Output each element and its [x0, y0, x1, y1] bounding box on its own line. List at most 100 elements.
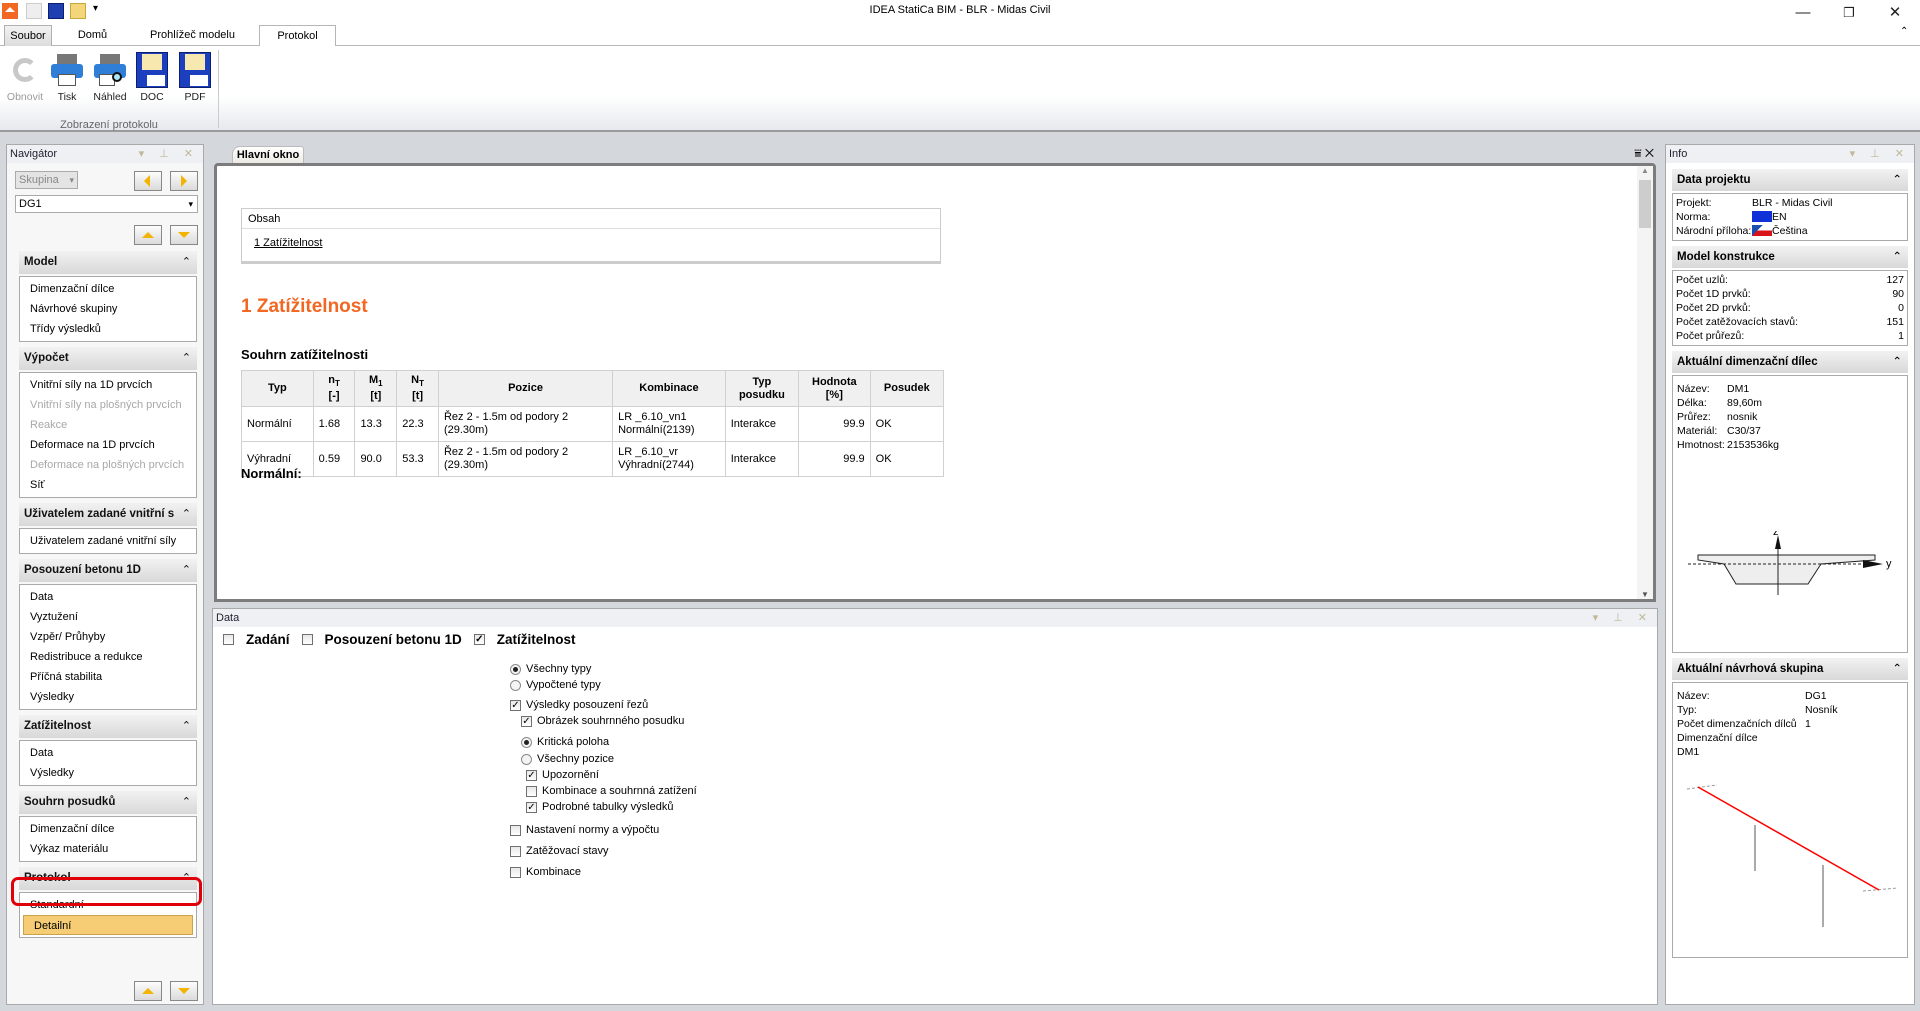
section-header[interactable]: Model konstrukce ⌃	[1672, 246, 1908, 268]
export-pdf-button[interactable]: PDF	[175, 52, 215, 103]
section-header[interactable]: Data projektu ⌃	[1672, 169, 1908, 191]
radio-button[interactable]	[510, 679, 521, 691]
tab-prohlizec-modelu[interactable]: Prohlížeč modelu	[140, 25, 245, 46]
collapse-icon[interactable]: ⌃	[1892, 658, 1902, 680]
collapse-icon[interactable]: ⌃	[182, 347, 191, 370]
option-radio[interactable]: Všechny pozice	[521, 753, 614, 765]
nav-item[interactable]: Třídy výsledků	[20, 319, 196, 339]
preview-button[interactable]: Náhled	[90, 52, 130, 103]
nav-item[interactable]: Data	[20, 743, 196, 763]
checkbox[interactable]: ✓	[526, 801, 537, 813]
move-down-button[interactable]	[170, 225, 198, 245]
nav-section-header[interactable]: Posouzení betonu 1D ⌃	[19, 559, 197, 582]
checkbox[interactable]	[526, 785, 537, 797]
nav-item[interactable]: Deformace na plošných prvcích	[20, 455, 196, 475]
checkbox[interactable]: ✓	[510, 699, 521, 711]
nav-item[interactable]: Vyztužení	[20, 607, 196, 627]
nav-item[interactable]: Data	[20, 587, 196, 607]
print-button[interactable]: Tisk	[47, 52, 87, 103]
collapse-icon[interactable]: ⌃	[182, 503, 191, 526]
nav-item[interactable]: Síť	[20, 475, 196, 495]
checkbox[interactable]: ✓	[521, 715, 532, 727]
collapse-icon[interactable]: ⌃	[1892, 246, 1902, 268]
option-radio[interactable]: Všechny typy	[510, 663, 591, 675]
option-check[interactable]: Nastavení normy a výpočtu	[510, 824, 659, 836]
option-radio[interactable]: Vypočtené typy	[510, 679, 601, 691]
option-check[interactable]: ✓ Výsledky posouzení řezů	[510, 699, 648, 711]
nav-item[interactable]: Deformace na 1D prvcích	[20, 435, 196, 455]
checkbox[interactable]	[510, 845, 521, 857]
nav-item[interactable]: Detailní	[23, 915, 193, 935]
tab-hlavni-okno[interactable]: Hlavní okno	[232, 146, 304, 163]
nav-item[interactable]: Příčná stabilita	[20, 667, 196, 687]
nav-item[interactable]: Uživatelem zadané vnitřní síly	[20, 531, 196, 551]
toc-link[interactable]: 1 Zatížitelnost	[254, 237, 940, 249]
vertical-scrollbar[interactable]: ▲ ▼	[1637, 166, 1653, 599]
radio-button[interactable]	[521, 736, 532, 748]
option-check[interactable]: Kombinace	[510, 866, 581, 878]
radio-button[interactable]	[521, 753, 532, 765]
group-type-select[interactable]: Skupina ▾	[15, 171, 78, 189]
nav-section-header[interactable]: Výpočet ⌃	[19, 347, 197, 370]
collapse-icon[interactable]: ⌃	[182, 559, 191, 582]
info-label: DM1	[1677, 746, 1700, 758]
nav-item[interactable]: Návrhové skupiny	[20, 299, 196, 319]
minimize-icon[interactable]: —	[1780, 2, 1826, 24]
collapse-icon[interactable]: ⌃	[1892, 351, 1902, 373]
collapse-icon[interactable]: ⌃	[182, 251, 191, 274]
nav-section-header[interactable]: Souhrn posudků ⌃	[19, 791, 197, 814]
chapter-checkbox[interactable]: ✓	[473, 633, 485, 645]
nav-item[interactable]: Vnitřní síly na plošných prvcích	[20, 395, 196, 415]
close-icon[interactable]: ✕	[1872, 2, 1918, 24]
nav-item[interactable]: Vzpěr/ Průhyby	[20, 627, 196, 647]
nav-item[interactable]: Výsledky	[20, 763, 196, 783]
nav-section-header[interactable]: Uživatelem zadané vnitřní s ⌃	[19, 503, 197, 526]
next-button[interactable]	[170, 171, 198, 191]
option-check[interactable]: ✓ Upozornění	[526, 769, 599, 781]
refresh-button[interactable]: Obnovit	[5, 52, 45, 103]
nav-item[interactable]: Výkaz materiálu	[20, 839, 196, 859]
tab-protokol[interactable]: Protokol	[259, 25, 336, 47]
scroll-down-button[interactable]	[170, 981, 198, 1001]
option-check[interactable]: Kombinace a souhrnná zatížení	[526, 785, 697, 797]
scrollbar-thumb[interactable]	[1639, 180, 1651, 228]
tab-soubor[interactable]: Soubor	[4, 25, 52, 46]
nav-section-header[interactable]: Zatížitelnost ⌃	[19, 715, 197, 738]
checkbox[interactable]	[510, 824, 521, 836]
collapse-icon[interactable]: ⌃	[182, 715, 191, 738]
collapse-icon[interactable]: ⌃	[182, 791, 191, 814]
scroll-up-icon[interactable]: ▲	[1637, 166, 1653, 175]
tab-domu[interactable]: Domů	[70, 25, 115, 46]
design-group-select[interactable]: DG1 ▾	[15, 195, 198, 213]
option-check[interactable]: Zatěžovací stavy	[510, 845, 609, 857]
collapse-ribbon-icon[interactable]: ⌃	[1900, 26, 1908, 37]
nav-item[interactable]: Výsledky	[20, 687, 196, 707]
section-header[interactable]: Aktuální návrhová skupina ⌃	[1672, 658, 1908, 680]
maximize-icon[interactable]: ❐	[1826, 2, 1872, 24]
nav-section-header[interactable]: Model ⌃	[19, 251, 197, 274]
nav-item[interactable]: Dimenzační dílce	[20, 819, 196, 839]
panel-controls-icon[interactable]: ▾ ⊥ ✕	[139, 145, 199, 163]
radio-button[interactable]	[510, 663, 521, 675]
window-menu-close-icon[interactable]: ⩸ ✕	[1634, 146, 1654, 161]
checkbox[interactable]: ✓	[526, 769, 537, 781]
scroll-down-icon[interactable]: ▼	[1637, 590, 1653, 599]
nav-item[interactable]: Redistribuce a redukce	[20, 647, 196, 667]
chapter-checkbox[interactable]	[223, 633, 234, 645]
export-doc-button[interactable]: DOC	[132, 52, 172, 103]
checkbox[interactable]	[510, 866, 521, 878]
option-check[interactable]: ✓ Obrázek souhrnného posudku	[521, 715, 684, 727]
panel-controls-icon[interactable]: ▾ ⊥ ✕	[1850, 145, 1910, 163]
nav-item[interactable]: Reakce	[20, 415, 196, 435]
option-check[interactable]: ✓ Podrobné tabulky výsledků	[526, 801, 673, 813]
option-radio[interactable]: Kritická poloha	[521, 736, 609, 748]
scroll-up-button[interactable]	[134, 981, 162, 1001]
nav-item[interactable]: Vnitřní síly na 1D prvcích	[20, 375, 196, 395]
chapter-checkbox[interactable]	[301, 633, 313, 645]
panel-controls-icon[interactable]: ▾ ⊥ ✕	[1593, 609, 1653, 627]
move-up-button[interactable]	[134, 225, 162, 245]
collapse-icon[interactable]: ⌃	[1892, 169, 1902, 191]
nav-item[interactable]: Dimenzační dílce	[20, 279, 196, 299]
previous-button[interactable]	[134, 171, 162, 191]
section-header[interactable]: Aktuální dimenzační dílec ⌃	[1672, 351, 1908, 373]
